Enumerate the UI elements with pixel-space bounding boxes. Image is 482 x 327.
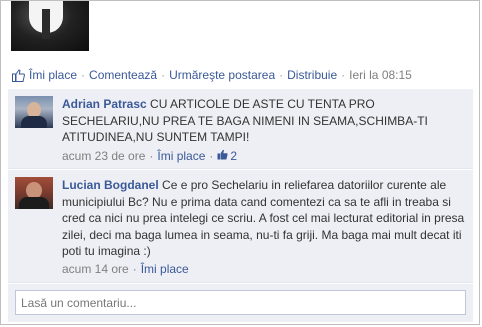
likes-count-button[interactable]: 2 [217,149,237,163]
post-comment-link[interactable]: Comentează [89,68,157,82]
separator: · [161,68,166,82]
likes-count: 2 [230,149,238,163]
photo-tie [42,9,50,39]
comment-like-link[interactable]: Îmi place [141,262,189,276]
avatar[interactable] [15,96,53,128]
comment-item: Lucian Bogdanel Ce e pro Sechelariu in r… [8,170,473,283]
avatar-body [19,197,49,209]
post-timestamp[interactable]: Ieri la 08:15 [349,68,412,82]
post-actions-bar: Îmi place · Comentează · Urmăreşte posta… [11,66,412,84]
post-photo[interactable] [11,1,89,51]
separator: · [149,149,154,163]
comment-box [8,284,473,322]
avatar[interactable] [15,177,53,209]
separator: · [279,68,284,82]
comment-author[interactable]: Adrian Patrasc [62,97,147,111]
comments-list: Adrian Patrasc CU ARTICOLE DE ASTE CU TE… [8,89,473,283]
comment-item: Adrian Patrasc CU ARTICOLE DE ASTE CU TE… [8,89,473,169]
comment-author[interactable]: Lucian Bogdanel [62,178,159,192]
comment-timestamp[interactable]: acum 14 ore [62,262,129,276]
comment-like-link[interactable]: Îmi place [157,149,205,163]
comment-input[interactable] [15,290,466,315]
separator: · [132,262,137,276]
comment-meta: acum 14 ore · Îmi place [62,262,189,276]
thumbs-up-icon [217,149,229,163]
follow-post-link[interactable]: Urmăreşte postarea [169,68,275,82]
comment-meta: acum 23 de ore · Îmi place · 2 [62,149,237,163]
comment-timestamp[interactable]: acum 23 de ore [62,149,145,163]
comment-body: Lucian Bogdanel Ce e pro Sechelariu in r… [62,177,466,260]
post-frame: Îmi place · Comentează · Urmăreşte posta… [0,0,480,325]
comment-body: Adrian Patrasc CU ARTICOLE DE ASTE CU TE… [62,96,466,146]
like-thumb-icon [11,68,25,82]
separator: · [209,149,214,163]
post-like-link[interactable]: Îmi place [29,68,77,82]
share-link[interactable]: Distribuie [287,68,337,82]
separator: · [81,68,86,82]
separator: · [341,68,346,82]
avatar-body [21,116,47,128]
